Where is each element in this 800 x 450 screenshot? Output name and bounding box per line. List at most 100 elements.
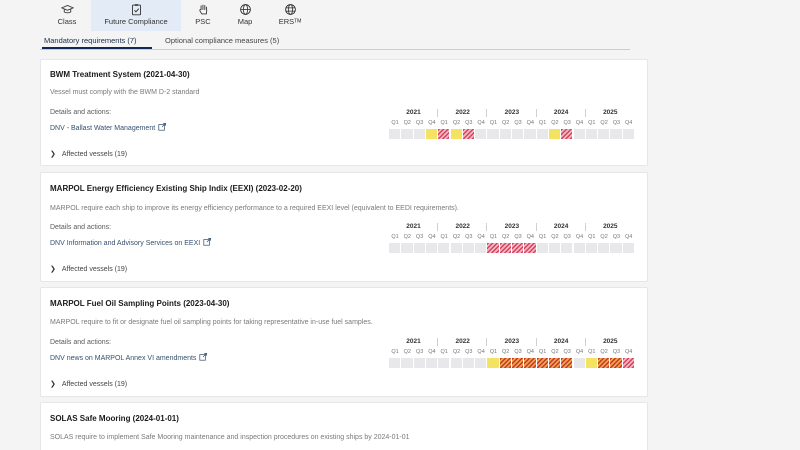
requirement-title: SOLAS Safe Mooring (2024-01-01): [50, 414, 179, 423]
timeline-quarter-cell: [536, 358, 548, 368]
timeline-quarter-label: Q3: [514, 120, 522, 126]
affected-vessels-toggle[interactable]: ❯ Affected vessels (19): [50, 380, 127, 388]
timeline-quarter-cell: [585, 243, 598, 253]
timeline-quarter-cell: [389, 129, 401, 139]
timeline-quarter-label: Q1: [538, 349, 547, 355]
requirement-title: BWM Treatment System (2021-04-30): [50, 70, 190, 79]
requirement-card: MARPOL Energy Efficiency Existing Ship I…: [40, 172, 648, 282]
timeline-quarter-cell: [548, 129, 561, 139]
requirement-description: MARPOL require to fit or designate fuel …: [50, 319, 373, 326]
timeline-quarter-label: Q3: [415, 234, 424, 240]
clipboard-check-icon: [131, 4, 141, 16]
timeline-quarter-cell: [499, 129, 511, 139]
timeline-quarter-label: Q3: [563, 234, 571, 240]
affected-vessels-toggle[interactable]: ❯ Affected vessels (19): [50, 265, 127, 273]
timeline-quarter-cell: [413, 129, 425, 139]
timeline-quarter-label: Q3: [465, 120, 473, 126]
timeline-year-label: 2023: [504, 338, 520, 345]
timeline-quarter-label: Q3: [563, 349, 571, 355]
timeline-quarter-label: Q3: [465, 234, 473, 240]
timeline-quarter-label: Q2: [403, 234, 411, 240]
timeline-quarter-cell: [462, 243, 475, 253]
requirement-title: MARPOL Energy Efficiency Existing Ship I…: [50, 184, 302, 193]
details-link[interactable]: DNV Information and Advisory Services on…: [50, 238, 212, 247]
timeline-year-divider: [437, 109, 439, 117]
timeline-quarter-cell: [425, 129, 438, 139]
timeline-quarter-label: Q2: [452, 234, 461, 240]
timeline-quarter-label: Q2: [600, 349, 608, 355]
timeline-quarter-label: Q4: [526, 349, 534, 355]
nav-item-psc[interactable]: PSC: [183, 0, 223, 31]
timeline-quarter-cell: [438, 243, 450, 253]
details-label: Details and actions:: [50, 339, 112, 346]
nav-label: PSC: [195, 17, 211, 26]
globe-grid-icon: [284, 4, 296, 15]
timeline-quarter-label: Q1: [489, 349, 498, 355]
requirement-description: SOLAS require to implement Safe Mooring …: [50, 434, 410, 441]
timeline-quarter-cell: [475, 129, 487, 139]
compliance-timeline: 2021 Q1 Q2 Q3 Q4 2022 Q1 Q2 Q3 Q4 2023 Q1 Q2 Q3 Q4 2024…: [389, 223, 635, 253]
timeline-year-divider: [486, 338, 488, 346]
timeline-quarter-label: Q1: [588, 120, 596, 126]
timeline-quarter-label: Q1: [588, 234, 596, 240]
globe-icon: [239, 4, 251, 15]
timeline-quarter-cell: [610, 243, 622, 253]
timeline-quarter-cell: [450, 358, 462, 368]
details-link[interactable]: DNV news on MARPOL Annex VI amendments: [50, 353, 208, 362]
timeline-quarter-label: Q3: [563, 120, 571, 126]
timeline-quarter-label: Q1: [391, 234, 399, 240]
timeline-quarter-cell: [561, 358, 573, 368]
timeline-quarter-cell: [598, 243, 610, 253]
timeline-quarter-label: Q4: [477, 349, 485, 355]
graduation-cap-icon: [60, 4, 74, 14]
requirement-description: MARPOL require each ship to improve its …: [50, 205, 459, 212]
timeline-quarter-label: Q4: [575, 234, 584, 240]
nav-item-map[interactable]: Map: [225, 0, 265, 31]
details-link-text[interactable]: DNV news on MARPOL Annex VI amendments: [50, 355, 196, 362]
nav-item-ers[interactable]: ERSᵀᴹ: [268, 0, 312, 31]
timeline-quarter-cell: [475, 243, 487, 253]
top-navigation: Class Future Compliance PSC Map ERSᵀᴹ: [0, 0, 800, 31]
timeline-year-divider: [584, 223, 586, 231]
details-link-text[interactable]: DNV Information and Advisory Services on…: [50, 240, 200, 247]
timeline-quarter-cell: [438, 358, 450, 368]
details-link-text[interactable]: DNV - Ballast Water Management: [50, 125, 155, 132]
timeline-year-label: 2022: [455, 223, 470, 230]
timeline-quarter-label: Q2: [502, 120, 510, 126]
timeline-quarter-cell: [475, 358, 487, 368]
nav-item-class[interactable]: Class: [44, 0, 90, 31]
timeline-quarter-label: Q2: [502, 234, 510, 240]
tab-optional-compliance-measures[interactable]: Optional compliance measures (5): [165, 36, 279, 45]
timeline-quarter-cell: [548, 358, 561, 368]
external-link-icon: [199, 353, 208, 361]
timeline-quarter-cell: [610, 358, 622, 368]
timeline-quarter-cell: [487, 358, 499, 368]
timeline-quarter-label: Q3: [612, 349, 621, 355]
timeline-quarter-cell: [573, 358, 585, 368]
tab-mandatory-requirements[interactable]: Mandatory requirements (7): [44, 36, 137, 45]
compliance-timeline: 2021 Q1 Q2 Q3 Q4 2022 Q1 Q2 Q3 Q4 2023 Q1 Q2 Q3 Q4 2024…: [389, 109, 635, 139]
timeline-quarter-cell: [573, 129, 585, 139]
timeline-quarter-cell: [610, 129, 622, 139]
affected-vessels-label: Affected vessels (19): [61, 266, 128, 273]
timeline-quarter-cell: [401, 243, 413, 253]
timeline-year-divider: [535, 338, 537, 346]
timeline-year-divider: [486, 109, 488, 117]
timeline-quarter-cell: [462, 358, 475, 368]
requirement-tabs: Mandatory requirements (7) Optional comp…: [40, 33, 630, 50]
affected-vessels-toggle[interactable]: ❯ Affected vessels (19): [50, 150, 127, 158]
nav-item-future-compliance[interactable]: Future Compliance: [91, 0, 181, 31]
affected-vessels-label: Affected vessels (19): [61, 381, 128, 388]
timeline-quarter-label: Q3: [415, 349, 424, 355]
timeline-quarter-cell: [512, 243, 524, 253]
timeline-quarter-cell: [499, 358, 511, 368]
chevron-right-icon: ❯: [50, 381, 56, 388]
timeline-year-label: 2022: [455, 338, 470, 345]
details-link[interactable]: DNV - Ballast Water Management: [50, 123, 167, 132]
requirement-card: SOLAS Safe Mooring (2024-01-01) SOLAS re…: [40, 402, 648, 450]
timeline-quarter-label: Q4: [526, 120, 534, 126]
timeline-quarter-cell: [425, 243, 438, 253]
timeline-quarter-cell: [413, 243, 425, 253]
requirement-card: BWM Treatment System (2021-04-30) Vessel…: [40, 59, 648, 166]
timeline-quarter-label: Q1: [538, 120, 547, 126]
